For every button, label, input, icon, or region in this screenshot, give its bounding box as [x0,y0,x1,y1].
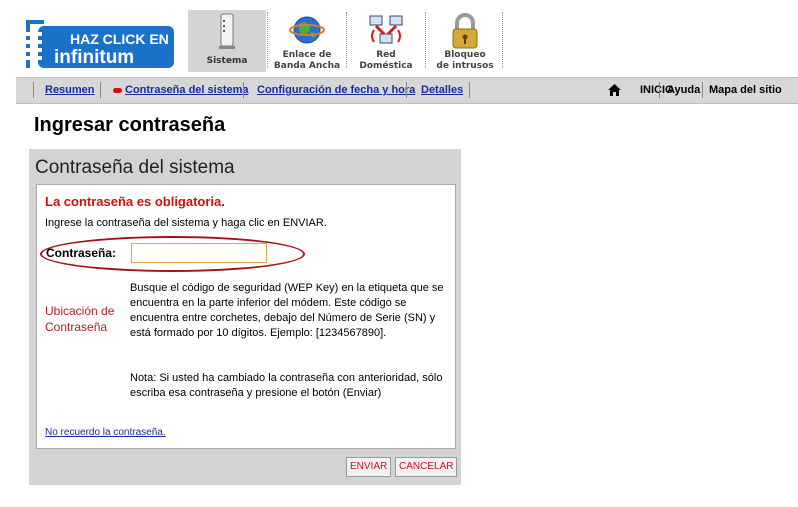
network-icon [366,12,406,50]
padlock-icon [445,12,485,50]
instruction-text: Ingrese la contraseña del sistema y haga… [45,217,327,229]
logo-line1: HAZ CLICK EN [70,31,169,47]
nav-link-resumen[interactable]: Resumen [45,84,95,96]
modem-icon [207,12,247,50]
password-field[interactable] [131,243,267,263]
nav-divider [33,82,34,98]
tab-sistema[interactable]: Sistema [188,10,266,72]
password-form: La contraseña es obligatoria. Ingrese la… [36,184,456,449]
home-icon[interactable] [608,83,621,96]
cancel-button[interactable]: CANCELAR [395,457,458,477]
tab-bloqueo-intrusos[interactable]: Bloqueo de intrusos [426,10,504,72]
nav-link-fecha-hora[interactable]: Configuración de fecha y hora [257,84,415,96]
tab-divider [502,12,503,68]
page-title: Ingresar contraseña [34,114,226,136]
logo-line2: infinitum [54,47,134,68]
globe-icon [287,12,327,50]
tab-label: Sistema [206,56,248,66]
nav-divider [469,82,470,98]
location-description: Busque el código de seguridad (WEP Key) … [130,282,444,339]
tab-label: Red Doméstica [359,50,413,71]
required-message: La contraseña es obligatoria. [45,194,225,209]
tab-enlace-banda-ancha[interactable]: Enlace de Banda Ancha [268,10,346,72]
nav-divider [406,82,407,98]
nav-divider [243,82,244,98]
forgot-password-link[interactable]: No recuerdo la contraseña. [45,427,166,438]
nav-link-detalles[interactable]: Detalles [421,84,463,96]
nav-divider [100,82,101,98]
infinitum-logo[interactable]: HAZ CLICK EN infinitum [24,18,176,70]
note-text: Nota: Si usted ha cambiado la contraseña… [130,372,443,399]
tab-label: Bloqueo de intrusos [436,50,494,71]
active-bullet-icon [113,88,122,93]
nav-divider [702,82,703,98]
nav-ayuda[interactable]: Ayuda [667,84,700,96]
tab-red-domestica[interactable]: Red Doméstica [347,10,425,72]
tab-label: Enlace de Banda Ancha [273,50,341,71]
location-label: Ubicación de Contraseña [45,304,115,334]
infinitum-logo-graphic: HAZ CLICK EN infinitum [24,20,174,68]
password-label: Contraseña: [46,246,117,260]
sub-nav-bar: Resumen Contraseña del sistema Configura… [16,77,798,104]
password-panel: Contraseña del sistema La contraseña es … [29,149,461,485]
nav-mapa-sitio[interactable]: Mapa del sitio [709,84,782,96]
nav-link-contrasena[interactable]: Contraseña del sistema [125,84,249,96]
panel-title: Contraseña del sistema [35,157,235,178]
submit-button[interactable]: ENVIAR [346,457,392,477]
nav-divider [659,82,660,98]
